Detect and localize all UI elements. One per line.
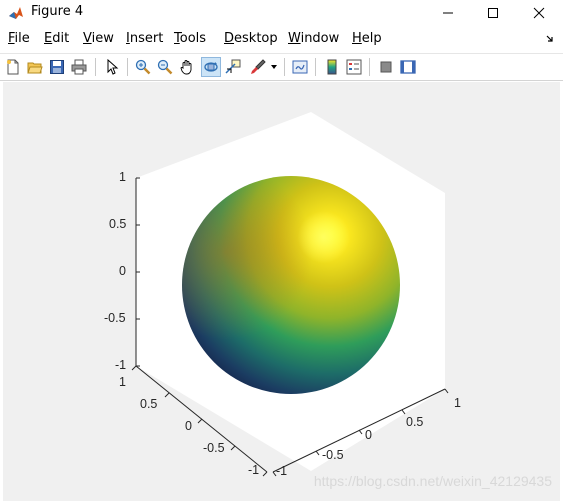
title-bar: Figure 4	[0, 0, 563, 26]
menu-window[interactable]: Window	[288, 31, 339, 46]
menu-insert[interactable]: Insert	[126, 31, 163, 46]
minimize-icon	[443, 12, 453, 14]
minimize-button[interactable]	[425, 0, 471, 26]
menu-view[interactable]: View	[83, 31, 114, 46]
maximize-icon	[488, 8, 498, 18]
colorbar-icon[interactable]	[322, 57, 342, 77]
close-button[interactable]	[516, 0, 562, 26]
close-icon	[533, 7, 545, 19]
toolbar-separator	[369, 58, 370, 76]
dock-arrow-icon[interactable]	[545, 34, 555, 44]
watermark-text: https://blog.csdn.net/weixin_42129435	[313, 473, 552, 489]
z-tick-label: 0.5	[109, 217, 127, 231]
save-icon[interactable]	[47, 57, 67, 77]
z-tick-label: -1	[115, 358, 127, 372]
zoom-in-icon[interactable]	[133, 57, 153, 77]
menu-file[interactable]: File	[8, 31, 30, 46]
menu-edit[interactable]: Edit	[44, 31, 69, 46]
y-tick-label: -0.5	[203, 441, 225, 455]
zoom-out-icon[interactable]	[155, 57, 175, 77]
menu-tools[interactable]: Tools	[174, 31, 206, 46]
new-figure-icon[interactable]	[3, 57, 23, 77]
link-plot-icon[interactable]	[290, 57, 310, 77]
data-cursor-icon[interactable]	[223, 57, 243, 77]
menu-help[interactable]: Help	[352, 31, 382, 46]
x-tick-label: -0.5	[322, 448, 344, 462]
legend-icon[interactable]	[344, 57, 364, 77]
z-tick-label: 1	[119, 170, 126, 184]
figure-canvas[interactable]: 1 0.5 0 -0.5 -1 1 0.5 0 -0.5 -1 -1 -0.5 …	[3, 82, 560, 501]
open-file-icon[interactable]	[25, 57, 45, 77]
maximize-button[interactable]	[470, 0, 516, 26]
window-title: Figure 4	[31, 4, 84, 19]
y-tick-label: 1	[119, 375, 126, 389]
x-tick-label: 1	[454, 396, 461, 410]
y-tick-label: 0	[185, 419, 192, 433]
show-plot-tools-icon[interactable]	[398, 57, 418, 77]
brush-dropdown-button[interactable]	[268, 57, 280, 77]
edit-plot-arrow-icon[interactable]	[102, 57, 122, 77]
hide-plot-tools-icon[interactable]	[376, 57, 396, 77]
matlab-logo-icon	[8, 5, 24, 21]
axes-3d[interactable]	[3, 82, 560, 501]
toolbar-separator	[284, 58, 285, 76]
y-tick-label: -1	[248, 463, 260, 477]
menu-desktop[interactable]: Desktop	[224, 31, 278, 46]
toolbar-separator	[95, 58, 96, 76]
toolbar-separator	[127, 58, 128, 76]
chevron-down-icon	[271, 65, 277, 69]
figure-toolbar	[0, 54, 563, 81]
sphere-highlight	[182, 176, 400, 394]
x-tick-label: 0	[365, 428, 372, 442]
y-tick-label: 0.5	[140, 397, 158, 411]
z-tick-label: -0.5	[104, 311, 126, 325]
print-icon[interactable]	[69, 57, 89, 77]
menu-bar: File Edit View Insert Tools Desktop Wind…	[0, 26, 563, 54]
toolbar-separator	[315, 58, 316, 76]
pan-hand-icon[interactable]	[177, 57, 197, 77]
z-tick-label: 0	[119, 264, 126, 278]
brush-icon[interactable]	[248, 57, 268, 77]
rotate-3d-icon[interactable]	[201, 57, 221, 77]
x-tick-label: 0.5	[406, 415, 424, 429]
x-tick-label: -1	[276, 464, 288, 478]
